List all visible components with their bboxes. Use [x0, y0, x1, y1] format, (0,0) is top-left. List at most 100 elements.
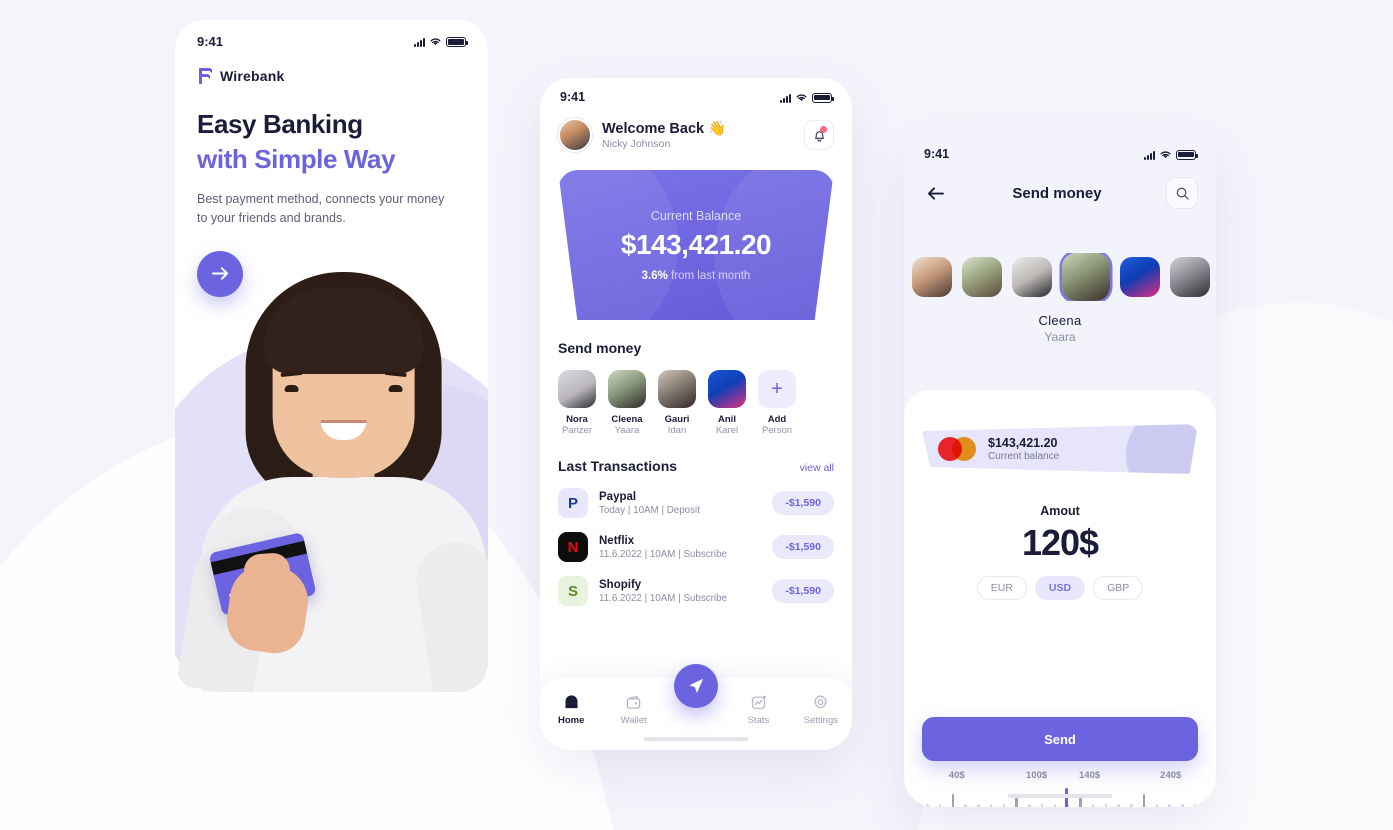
carousel-avatar[interactable]: [1170, 257, 1210, 297]
welcome-text: Welcome Back 👋 Nicky Johnson: [602, 120, 794, 151]
page-title: Easy Banking with Simple Way: [197, 107, 466, 177]
notification-badge: [820, 126, 827, 133]
contact-anil[interactable]: Anil Karel: [708, 370, 746, 436]
paypal-icon: P: [558, 488, 588, 518]
hero-section: Easy Banking with Simple Way Best paymen…: [175, 85, 488, 297]
slider-tick: [1193, 804, 1197, 807]
contact-first-name: Nora: [566, 414, 588, 425]
tab-label: Home: [558, 715, 585, 726]
carousel-avatar-selected[interactable]: [1062, 253, 1110, 301]
phone-send-money: 9:41 Send money Cleena Yaara $143,421.20…: [904, 135, 1216, 807]
slider-tick: [977, 804, 980, 807]
send-button[interactable]: Send: [922, 717, 1198, 761]
transaction-name: Netflix: [599, 534, 635, 547]
transaction-meta: 11.6.2022 | 10AM | Subscribe: [599, 592, 727, 604]
contact-last-name: Yaara: [614, 425, 640, 436]
transaction-meta: Today | 10AM | Deposit: [599, 504, 700, 516]
transaction-amount: -$1,590: [772, 579, 834, 603]
contact-nora[interactable]: Nora Parizer: [558, 370, 596, 436]
transaction-body: Netflix 11.6.2022 | 10AM | Subscribe: [599, 535, 761, 560]
contact-avatar: [708, 370, 746, 408]
selected-contact-name: Cleena Yaara: [904, 313, 1216, 344]
view-all-link[interactable]: view all: [800, 462, 834, 474]
slider-tick: [913, 804, 916, 807]
contact-last-name: Karel: [715, 425, 739, 436]
status-bar: 9:41: [540, 78, 852, 104]
contact-first-name: Anil: [718, 414, 736, 425]
tab-home[interactable]: Home: [540, 692, 602, 726]
transaction-name: Paypal: [599, 490, 637, 503]
selected-contact-last: Yaara: [1044, 330, 1076, 344]
transaction-body: Paypal Today | 10AM | Deposit: [599, 491, 761, 516]
wave-hand-icon: 👋: [708, 121, 727, 137]
slider-tick: [938, 804, 942, 807]
currency-option-gbp[interactable]: GBP: [1093, 576, 1144, 600]
balance-change-suffix: from last month: [667, 269, 751, 282]
carousel-avatar[interactable]: [1120, 257, 1160, 297]
contact-cleena[interactable]: Cleena Yaara: [608, 370, 646, 436]
selected-contact-first: Cleena: [1038, 313, 1082, 328]
person-hair-front: [263, 288, 424, 374]
contacts-carousel[interactable]: [904, 253, 1216, 301]
table-row[interactable]: S Shopify 11.6.2022 | 10AM | Subscribe -…: [558, 576, 834, 606]
send-money-fab[interactable]: [674, 664, 718, 708]
carousel-avatar[interactable]: [1012, 257, 1052, 297]
contact-avatar: [608, 370, 646, 408]
currency-option-eur[interactable]: EUR: [976, 576, 1027, 600]
slider-label: 100$: [1026, 770, 1048, 781]
status-time: 9:41: [560, 90, 586, 104]
tab-settings[interactable]: Settings: [790, 692, 852, 726]
carousel-avatar[interactable]: [962, 257, 1002, 297]
contact-gauri[interactable]: Gauri Idan: [658, 370, 696, 436]
status-bar: 9:41: [904, 135, 1216, 161]
balance-card[interactable]: Current Balance $143,421.20 3.6% from la…: [558, 170, 834, 320]
tab-stats[interactable]: Stats: [727, 692, 789, 726]
battery-icon: [812, 92, 834, 103]
slider-ticks[interactable]: [904, 788, 1216, 807]
hero-title-line2: with Simple Way: [197, 143, 396, 174]
person-eye-left: [284, 385, 299, 392]
currency-option-usd[interactable]: USD: [1034, 576, 1086, 600]
slider-tick-major: [951, 794, 955, 807]
slider-labels: 40$ 100$ 140$ 240$: [904, 770, 1216, 784]
hero-subtitle: Best payment method, connects your money…: [197, 191, 445, 226]
carousel-avatar[interactable]: [912, 257, 952, 297]
back-button[interactable]: [922, 180, 948, 206]
add-person-button[interactable]: + Add Person: [758, 370, 796, 436]
welcome-header: Welcome Back 👋 Nicky Johnson: [540, 104, 852, 152]
stats-icon: [727, 692, 789, 712]
wallet-icon: [602, 692, 664, 712]
hero-title-line1: Easy Banking: [197, 109, 363, 139]
slider-label: 40$: [948, 770, 965, 781]
amount-slider[interactable]: 40$ 100$ 140$ 240$: [904, 770, 1216, 807]
wifi-icon: [430, 38, 441, 46]
tab-label: Stats: [747, 715, 770, 726]
wifi-icon: [1160, 151, 1171, 158]
status-icons: [780, 92, 834, 103]
tab-wallet[interactable]: Wallet: [602, 692, 664, 726]
slider-tick: [1130, 804, 1133, 807]
table-row[interactable]: N Netflix 11.6.2022 | 10AM | Subscribe -…: [558, 532, 834, 562]
slider-tick: [1053, 804, 1057, 807]
balance-mini-card[interactable]: $143,421.20 Current balance: [922, 424, 1198, 474]
table-row[interactable]: P Paypal Today | 10AM | Deposit -$1,590: [558, 488, 834, 518]
send-money-title: Send money: [558, 340, 642, 356]
arrow-left-icon: [927, 186, 944, 200]
nav-bar: Send money: [904, 161, 1216, 209]
wifi-icon: [796, 94, 807, 101]
search-button[interactable]: [1166, 177, 1198, 209]
get-started-button[interactable]: [197, 250, 243, 297]
avatar[interactable]: [558, 118, 592, 152]
slider-tick: [1117, 804, 1120, 807]
plus-icon: +: [758, 370, 796, 408]
balance-label: Current Balance: [650, 208, 742, 223]
contact-avatar: [658, 370, 696, 408]
status-time: 9:41: [197, 34, 224, 49]
notifications-button[interactable]: [804, 120, 834, 150]
transaction-body: Shopify 11.6.2022 | 10AM | Subscribe: [599, 579, 761, 604]
add-person-label-1: Add: [767, 414, 787, 425]
transactions-list: P Paypal Today | 10AM | Deposit -$1,590 …: [540, 488, 852, 606]
slider-tick: [1206, 804, 1210, 807]
status-icons: [414, 36, 468, 47]
tab-label: Wallet: [620, 715, 647, 726]
